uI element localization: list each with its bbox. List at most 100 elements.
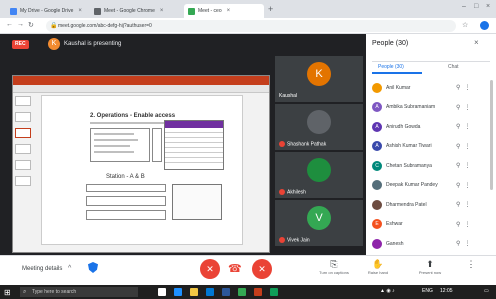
slide-thumbnail — [15, 160, 31, 170]
participant-row[interactable]: E Eshwar ⚲ ⋮ — [372, 215, 490, 235]
participant-avatar: A — [372, 121, 382, 132]
slide-thumbnail — [15, 96, 31, 106]
participant-row[interactable]: C Chetan Subramanya ⚲ ⋮ — [372, 156, 490, 176]
store-icon[interactable] — [206, 288, 214, 296]
browser-tab[interactable]: Meet - Google Chrome × — [90, 4, 180, 18]
more-vert-icon[interactable]: ⋮ — [464, 143, 470, 150]
browser-tab[interactable]: My Drive - Google Drive × — [6, 4, 86, 18]
taskbar-search[interactable]: ⌕ Type here to search — [20, 287, 138, 297]
slide-bracket — [152, 128, 162, 162]
search-icon: ⌕ — [23, 289, 27, 295]
participant-row[interactable]: A Ambika Subramaniam ⚲ ⋮ — [372, 98, 490, 118]
participant-name: Ambika Subramaniam — [386, 104, 436, 111]
more-vert-icon[interactable]: ⋮ — [464, 84, 470, 91]
participant-row[interactable]: Anil Kumar ⚲ ⋮ — [372, 78, 490, 98]
close-tab-icon[interactable]: × — [78, 8, 82, 14]
notification-icon[interactable]: ▭ — [484, 288, 489, 294]
raise-hand-button[interactable]: ✋ Raise hand — [360, 259, 396, 275]
more-vert-icon[interactable]: ⋮ — [464, 221, 470, 228]
close-tab-icon[interactable]: × — [160, 8, 164, 14]
participant-row[interactable]: A Ashish Kumar Tiwari ⚲ ⋮ — [372, 137, 490, 157]
captions-icon: ⎘ — [330, 259, 338, 269]
mic-off-icon — [279, 140, 285, 147]
pin-icon[interactable]: ⚲ — [456, 182, 460, 189]
slide-note-box — [86, 184, 166, 192]
participant-tile[interactable]: Shashank Pathak — [275, 104, 363, 150]
pin-icon[interactable]: ⚲ — [456, 221, 460, 228]
forward-icon[interactable]: → — [17, 21, 24, 28]
new-tab-icon[interactable]: + — [268, 4, 273, 14]
pin-icon[interactable]: ⚲ — [456, 104, 460, 111]
captions-button[interactable]: ⎘ Turn on captions — [316, 259, 352, 275]
pin-icon[interactable]: ⚲ — [456, 162, 460, 169]
participant-name: Dharmendra Patel — [386, 201, 427, 208]
more-vert-icon[interactable]: ⋮ — [464, 240, 470, 247]
pin-icon[interactable]: ⚲ — [456, 201, 460, 208]
star-icon[interactable]: ☆ — [462, 21, 468, 29]
pin-icon[interactable]: ⚲ — [456, 123, 460, 130]
powerpoint-icon[interactable] — [254, 288, 262, 296]
pin-icon[interactable]: ⚲ — [456, 84, 460, 91]
participant-row[interactable]: Deepak Kumar Pandey ⚲ ⋮ — [372, 176, 490, 196]
captions-label: Turn on captions — [319, 270, 349, 275]
participant-tile[interactable]: Akhilesh — [275, 152, 363, 198]
participant-name: Ganesh — [386, 240, 404, 247]
clock[interactable]: 12:05 — [440, 288, 453, 294]
reload-icon[interactable]: ↻ — [28, 21, 34, 29]
pin-icon[interactable]: ⚲ — [456, 143, 460, 150]
profile-avatar[interactable] — [480, 21, 489, 30]
url-field[interactable]: 🔒 meet.google.com/abc-defg-hij?authuser=… — [46, 20, 456, 32]
participant-avatar: K — [307, 62, 331, 86]
chrome-icon[interactable] — [238, 288, 246, 296]
file-explorer-icon[interactable] — [190, 288, 198, 296]
more-vert-icon[interactable]: ⋮ — [464, 104, 470, 111]
language-indicator[interactable]: ENG — [422, 288, 433, 294]
slide-text-line — [94, 151, 134, 153]
meet-app-icon[interactable] — [270, 288, 278, 296]
tab-people[interactable]: People (30) — [378, 64, 404, 70]
chevron-up-icon[interactable]: ^ — [68, 265, 71, 272]
hangup-icon[interactable]: ☎ — [228, 262, 242, 275]
present-now-label: Present now — [418, 270, 442, 275]
more-vert-icon[interactable]: ⋮ — [464, 182, 470, 189]
maximize-icon[interactable]: □ — [474, 3, 478, 10]
participant-name: Anirudh Gowda — [386, 123, 421, 130]
close-window-icon[interactable]: × — [486, 3, 490, 10]
browser-tab-label: Meet - ceo — [198, 8, 222, 14]
participant-row[interactable]: Dharmendra Patel ⚲ ⋮ — [372, 195, 490, 215]
system-tray-icons[interactable]: ▲ ◉ ♪ — [380, 288, 395, 294]
pin-icon[interactable]: ⚲ — [456, 240, 460, 247]
slide-text-line — [94, 139, 138, 141]
meeting-details-button[interactable]: Meeting details — [22, 266, 62, 272]
participant-row[interactable]: Ganesh ⚲ ⋮ — [372, 234, 490, 254]
close-icon[interactable]: × — [474, 38, 479, 47]
drive-icon — [10, 7, 17, 15]
edge-icon[interactable] — [174, 288, 182, 296]
browser-tab-active[interactable]: Meet - ceo × — [184, 4, 264, 18]
task-view-icon[interactable] — [158, 288, 166, 296]
mic-off-button[interactable]: ✕ — [200, 259, 220, 279]
windows-start-icon[interactable]: ⊞ — [4, 288, 11, 297]
lock-icon: 🔒 — [50, 23, 58, 29]
slide-thumbnail-selected — [15, 128, 31, 138]
participant-avatar — [372, 82, 382, 93]
more-options-button[interactable]: ⋮ — [456, 259, 486, 270]
word-icon[interactable] — [222, 288, 230, 296]
presenter-avatar: K — [48, 38, 60, 50]
tab-chat[interactable]: Chat — [448, 64, 459, 70]
present-now-button[interactable]: ⬆ Present now — [412, 259, 448, 275]
more-vert-icon[interactable]: ⋮ — [464, 201, 470, 208]
close-tab-icon[interactable]: × — [227, 8, 231, 14]
participant-tile[interactable]: V Vivek Jain — [275, 200, 363, 246]
minimize-icon[interactable]: – — [462, 3, 466, 10]
camera-off-button[interactable]: ✕ — [252, 259, 272, 279]
people-search-field[interactable] — [372, 52, 490, 62]
browser-tab-label: My Drive - Google Drive — [20, 8, 74, 14]
participant-row[interactable]: A Anirudh Gowda ⚲ ⋮ — [372, 117, 490, 137]
people-scrollbar[interactable] — [490, 80, 493, 190]
participant-tile[interactable]: K Kaushal — [275, 56, 363, 102]
back-icon[interactable]: ← — [6, 21, 13, 28]
more-vert-icon[interactable]: ⋮ — [464, 162, 470, 169]
slide-note-box — [86, 210, 166, 220]
more-vert-icon[interactable]: ⋮ — [464, 123, 470, 130]
